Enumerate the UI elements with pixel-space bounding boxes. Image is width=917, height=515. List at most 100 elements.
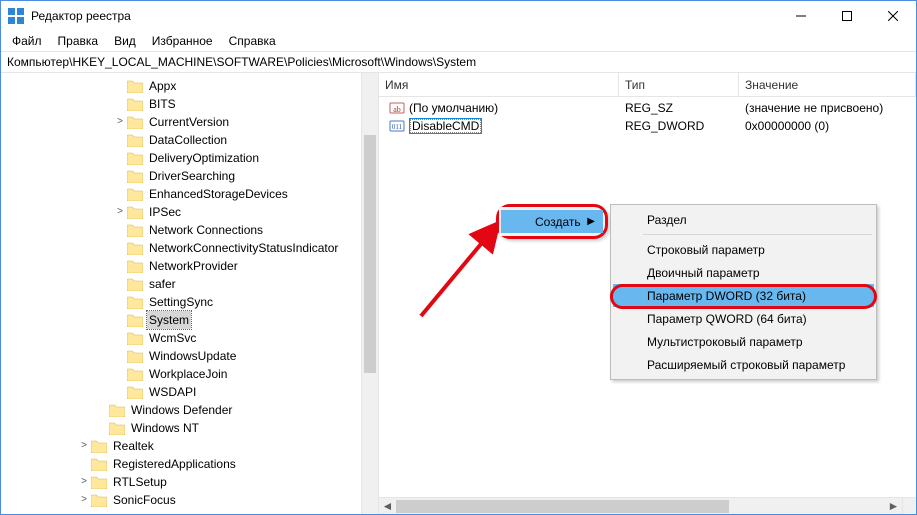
menu-item-4[interactable]: Справка — [222, 32, 283, 50]
tree-toggle-icon[interactable]: > — [77, 473, 91, 491]
scroll-left-icon[interactable]: ◄ — [379, 498, 396, 515]
tree-item-deliveryoptimization[interactable]: >DeliveryOptimization — [1, 149, 378, 167]
tree-item-label: Windows Defender — [129, 401, 234, 419]
tree-item-label: BITS — [147, 95, 178, 113]
folder-icon — [127, 134, 143, 147]
tree-item-enhancedstoragedevices[interactable]: >EnhancedStorageDevices — [1, 185, 378, 203]
menu-item-1[interactable]: Правка — [51, 32, 106, 50]
tree-item-label: SoundResearch — [111, 509, 201, 510]
context-menu-primary: Создать ▶ — [496, 204, 608, 239]
context-item-5[interactable]: Расширяемый строковый параметр — [613, 353, 874, 376]
maximize-button[interactable] — [824, 1, 870, 31]
tree-item-windows-nt[interactable]: >Windows NT — [1, 419, 378, 437]
tree-item-label: DeliveryOptimization — [147, 149, 261, 167]
tree-toggle-icon[interactable]: > — [77, 437, 91, 455]
context-item-4[interactable]: Мультистроковый параметр — [613, 330, 874, 353]
close-button[interactable] — [870, 1, 916, 31]
folder-icon — [127, 98, 143, 111]
tree-item-label: WorkplaceJoin — [147, 365, 229, 383]
tree-item-settingsync[interactable]: >SettingSync — [1, 293, 378, 311]
svg-text:011: 011 — [392, 123, 403, 131]
tree-toggle-icon[interactable]: > — [113, 113, 127, 131]
tree-item-appx[interactable]: >Appx — [1, 77, 378, 95]
address-bar[interactable]: Компьютер\HKEY_LOCAL_MACHINE\SOFTWARE\Po… — [1, 51, 916, 73]
tree-item-driversearching[interactable]: >DriverSearching — [1, 167, 378, 185]
context-item-section[interactable]: Раздел — [613, 208, 874, 231]
tree-item-label: DataCollection — [147, 131, 229, 149]
tree-item-windows-defender[interactable]: >Windows Defender — [1, 401, 378, 419]
folder-icon — [127, 152, 143, 165]
tree-item-soundresearch[interactable]: > SoundResearch — [1, 509, 378, 510]
context-item-1[interactable]: Двоичный параметр — [613, 261, 874, 284]
folder-icon — [91, 440, 107, 453]
tree-item-network-connections[interactable]: >Network Connections — [1, 221, 378, 239]
tree-item-registeredapplications[interactable]: >RegisteredApplications — [1, 455, 378, 473]
scroll-right-icon[interactable]: ► — [885, 498, 902, 515]
rename-input[interactable]: DisableCMD — [409, 118, 482, 134]
tree-toggle-icon[interactable]: > — [77, 491, 91, 509]
tree-item-label: NetworkProvider — [147, 257, 240, 275]
column-header-name[interactable]: Имя — [379, 73, 619, 96]
tree-item-datacollection[interactable]: >DataCollection — [1, 131, 378, 149]
tree-item-workplacejoin[interactable]: >WorkplaceJoin — [1, 365, 378, 383]
folder-icon — [127, 314, 143, 327]
tree-item-rtlsetup[interactable]: >RTLSetup — [1, 473, 378, 491]
dword-value-icon: 011 — [389, 118, 405, 134]
address-text: Компьютер\HKEY_LOCAL_MACHINE\SOFTWARE\Po… — [7, 55, 476, 69]
tree-item-safer[interactable]: >safer — [1, 275, 378, 293]
tree-item-label: SonicFocus — [111, 491, 178, 509]
tree-item-realtek[interactable]: >Realtek — [1, 437, 378, 455]
list-row-1[interactable]: 011DisableCMDREG_DWORD0x00000000 (0) — [379, 117, 916, 135]
titlebar: Редактор реестра — [1, 1, 916, 31]
list-horizontal-scrollbar[interactable]: ◄ ► — [379, 497, 902, 514]
folder-icon — [109, 404, 125, 417]
column-header-value[interactable]: Значение — [739, 73, 916, 96]
submenu-arrow-icon: ▶ — [587, 216, 595, 227]
folder-icon — [127, 260, 143, 273]
folder-icon — [91, 494, 107, 507]
tree-item-wcmsvc[interactable]: >WcmSvc — [1, 329, 378, 347]
context-item-create-label: Создать — [535, 215, 581, 229]
tree-item-sonicfocus[interactable]: > SonicFocus — [1, 491, 378, 509]
tree-item-system[interactable]: >System — [1, 311, 378, 329]
tree-item-wsdapi[interactable]: >WSDAPI — [1, 383, 378, 401]
context-item-2[interactable]: Параметр DWORD (32 бита) — [613, 284, 874, 307]
menu-item-0[interactable]: Файл — [5, 32, 49, 50]
folder-icon — [91, 476, 107, 489]
context-separator — [643, 234, 872, 235]
menu-item-3[interactable]: Избранное — [145, 32, 220, 50]
tree-toggle-icon[interactable]: > — [77, 509, 91, 510]
cell-name: ab(По умолчанию) — [379, 100, 619, 116]
context-item-create[interactable]: Создать ▶ — [501, 210, 603, 233]
tree-scroll[interactable]: >Appx>BITS>CurrentVersion>DataCollection… — [1, 77, 378, 510]
tree-item-ipsec[interactable]: > IPSec — [1, 203, 378, 221]
tree-item-label: WSDAPI — [147, 383, 198, 401]
list-row-0[interactable]: ab(По умолчанию)REG_SZ(значение не присв… — [379, 99, 916, 117]
context-item-0[interactable]: Строковый параметр — [613, 238, 874, 261]
folder-icon — [127, 386, 143, 399]
folder-icon — [127, 80, 143, 93]
scroll-corner — [902, 497, 916, 514]
list-body[interactable]: ab(По умолчанию)REG_SZ(значение не присв… — [379, 97, 916, 137]
tree-item-windowsupdate[interactable]: >WindowsUpdate — [1, 347, 378, 365]
tree-item-label: SettingSync — [147, 293, 215, 311]
tree-item-networkprovider[interactable]: >NetworkProvider — [1, 257, 378, 275]
tree-item-networkconnectivitystatusindicator[interactable]: >NetworkConnectivityStatusIndicator — [1, 239, 378, 257]
tree-toggle-icon[interactable]: > — [113, 203, 127, 221]
list-header: Имя Тип Значение — [379, 73, 916, 97]
menu-item-2[interactable]: Вид — [107, 32, 143, 50]
column-header-type[interactable]: Тип — [619, 73, 739, 96]
folder-icon — [127, 224, 143, 237]
tree-vertical-scrollbar[interactable] — [361, 73, 378, 514]
tree-item-label: CurrentVersion — [147, 113, 231, 131]
app-icon — [8, 8, 24, 24]
folder-icon — [127, 170, 143, 183]
tree-item-bits[interactable]: >BITS — [1, 95, 378, 113]
tree-item-currentversion[interactable]: > CurrentVersion — [1, 113, 378, 131]
folder-icon — [127, 368, 143, 381]
context-item-3[interactable]: Параметр QWORD (64 бита) — [613, 307, 874, 330]
svg-text:ab: ab — [393, 105, 401, 114]
minimize-button[interactable] — [778, 1, 824, 31]
tree-item-label: IPSec — [147, 203, 183, 221]
context-submenu: Раздел Строковый параметрДвоичный парамет… — [610, 204, 877, 380]
